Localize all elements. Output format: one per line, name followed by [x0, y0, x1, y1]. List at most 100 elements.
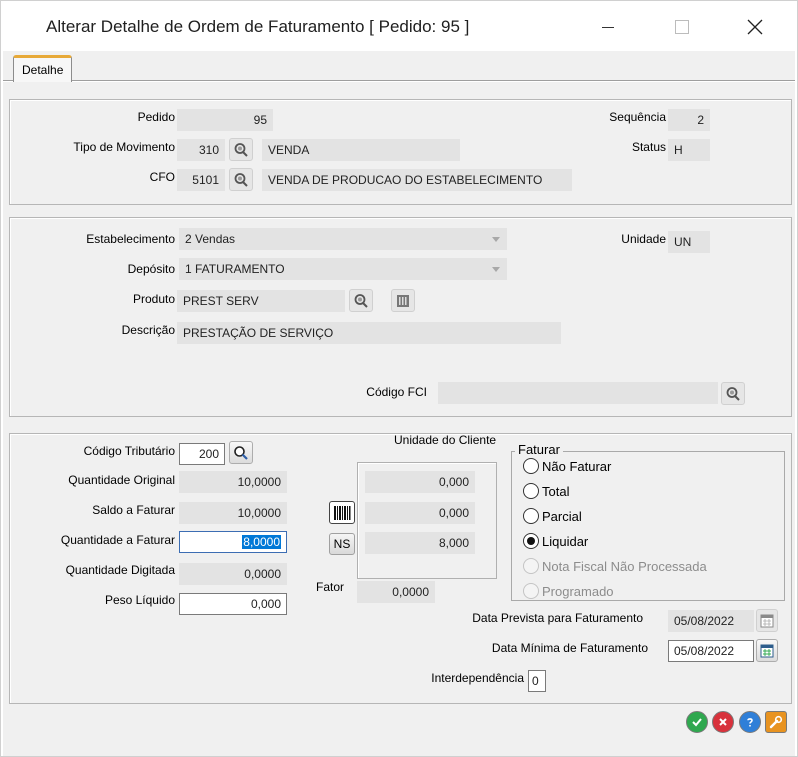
faturar-option-5: Programado — [523, 581, 614, 601]
close-icon — [747, 19, 763, 35]
calendar-icon — [760, 614, 774, 627]
radio-button — [523, 558, 539, 574]
quantidade-digitada-field: 0,0000 — [179, 563, 287, 585]
data-prevista-calendar-button[interactable] — [756, 609, 778, 632]
unidade-field: UN — [668, 231, 710, 253]
faturar-option-2[interactable]: Parcial — [523, 506, 582, 526]
deposito-select[interactable]: 1 FATURAMENTO — [179, 258, 507, 280]
faturar-option-label: Não Faturar — [542, 458, 612, 474]
unidade-cliente-label: Unidade do Cliente — [394, 433, 497, 447]
data-prevista-label: Data Prevista para Faturamento — [472, 611, 643, 625]
ns-button[interactable]: NS — [329, 533, 355, 555]
codigo-tributario-label: Código Tributário — [83, 444, 175, 458]
faturar-option-0[interactable]: Não Faturar — [523, 456, 611, 476]
radio-button[interactable] — [523, 508, 539, 524]
window-title: Alterar Detalhe de Ordem de Faturamento … — [46, 17, 470, 36]
faturar-group-title: Faturar — [515, 442, 563, 457]
ok-button[interactable] — [686, 711, 708, 733]
quantidade-original-field: 10,0000 — [179, 471, 287, 493]
radio-button[interactable] — [523, 458, 539, 474]
lookup-icon — [726, 386, 740, 401]
data-minima-calendar-button[interactable] — [756, 639, 778, 662]
maximize-icon — [675, 20, 689, 34]
codigo-fci-field — [438, 382, 718, 404]
lookup-icon — [354, 293, 368, 308]
dialog-window: Alterar Detalhe de Ordem de Faturamento … — [0, 0, 798, 757]
help-button[interactable] — [739, 711, 761, 733]
settings-button[interactable] — [765, 711, 787, 733]
produto-lookup-button[interactable] — [349, 289, 373, 312]
produto-field: PREST SERV — [177, 290, 345, 312]
produto-label: Produto — [132, 292, 175, 306]
estabelecimento-label: Estabelecimento — [86, 232, 175, 246]
produto-detail-button[interactable] — [391, 289, 415, 312]
interdependencia-label: Interdependência — [431, 671, 524, 685]
chevron-down-icon — [492, 267, 500, 272]
cfo-desc-field: VENDA DE PRODUCAO DO ESTABELECIMENTO — [262, 169, 572, 191]
radio-button — [523, 583, 539, 599]
minimize-button[interactable] — [585, 9, 631, 45]
cfo-label: CFO — [149, 170, 175, 184]
wrench-icon — [769, 715, 783, 729]
barcode-icon — [334, 505, 351, 520]
tipo-movimento-code-field: 310 — [177, 139, 225, 161]
faturar-option-label: Total — [542, 483, 570, 499]
radio-button[interactable] — [523, 533, 539, 549]
minimize-icon — [602, 26, 614, 28]
radio-button[interactable] — [523, 483, 539, 499]
faturar-option-4: Nota Fiscal Não Processada — [523, 556, 707, 576]
book-icon — [397, 294, 409, 307]
question-icon — [747, 718, 753, 727]
lookup-icon — [234, 142, 248, 157]
tipo-movimento-lookup-button[interactable] — [229, 138, 253, 161]
quantidade-digitada-label: Quantidade Digitada — [65, 563, 175, 577]
close-button[interactable] — [732, 9, 778, 45]
cancel-button[interactable] — [712, 711, 734, 733]
saldo-faturar-label: Saldo a Faturar — [92, 503, 175, 517]
quantidade-faturar-input[interactable]: 8,0000 — [179, 531, 287, 553]
data-minima-input[interactable]: 05/08/2022 — [668, 640, 754, 662]
descricao-label: Descrição — [121, 323, 175, 337]
tipo-movimento-desc-field: VENDA — [262, 139, 460, 161]
faturar-option-1[interactable]: Total — [523, 481, 569, 501]
descricao-field: PRESTAÇÃO DE SERVIÇO — [177, 322, 561, 344]
deposito-label: Depósito — [127, 262, 175, 276]
quantidade-faturar-label: Quantidade a Faturar — [60, 533, 175, 547]
faturar-option-label: Nota Fiscal Não Processada — [542, 558, 707, 574]
pedido-field: 95 — [177, 109, 273, 131]
fator-label: Fator — [316, 580, 345, 594]
status-field: H — [668, 139, 710, 161]
faturar-option-label: Programado — [542, 583, 614, 599]
lookup-icon — [234, 172, 248, 187]
cliente-saldo-field: 0,000 — [365, 502, 475, 524]
codigo-tributario-input[interactable]: 200 — [179, 443, 225, 465]
estabelecimento-select[interactable]: 2 Vendas — [179, 228, 507, 250]
search-icon — [234, 445, 248, 460]
faturar-option-label: Parcial — [542, 508, 582, 524]
sequencia-field: 2 — [668, 109, 710, 131]
codigo-fci-label: Código FCI — [366, 385, 427, 399]
tab-detalhe[interactable]: Detalhe — [13, 55, 73, 82]
unidade-label: Unidade — [621, 232, 666, 246]
saldo-faturar-field: 10,0000 — [179, 502, 287, 524]
peso-liquido-input[interactable]: 0,000 — [179, 593, 287, 615]
status-label: Status — [631, 140, 666, 154]
maximize-button[interactable] — [659, 9, 705, 45]
tipo-movimento-label: Tipo de Movimento — [73, 140, 175, 154]
barcode-button[interactable] — [329, 501, 355, 524]
dialog-content: Pedido 95 Sequência 2 Tipo de Movimento … — [3, 82, 795, 756]
data-prevista-field: 05/08/2022 — [668, 610, 754, 632]
quantidade-original-label: Quantidade Original — [68, 473, 175, 487]
cfo-lookup-button[interactable] — [229, 168, 253, 191]
cfo-code-field: 5101 — [177, 169, 225, 191]
codigo-fci-lookup-button[interactable] — [721, 382, 745, 405]
deposito-value: 1 FATURAMENTO — [185, 262, 285, 276]
pedido-label: Pedido — [137, 110, 175, 124]
cliente-original-field: 0,000 — [365, 471, 475, 493]
data-minima-label: Data Mínima de Faturamento — [491, 641, 648, 655]
codigo-tributario-search-button[interactable] — [229, 441, 253, 464]
chevron-down-icon — [492, 237, 500, 242]
faturar-option-3[interactable]: Liquidar — [523, 531, 588, 551]
interdependencia-input[interactable]: 0 — [528, 670, 546, 692]
quantidade-faturar-value: 8,0000 — [242, 535, 281, 549]
